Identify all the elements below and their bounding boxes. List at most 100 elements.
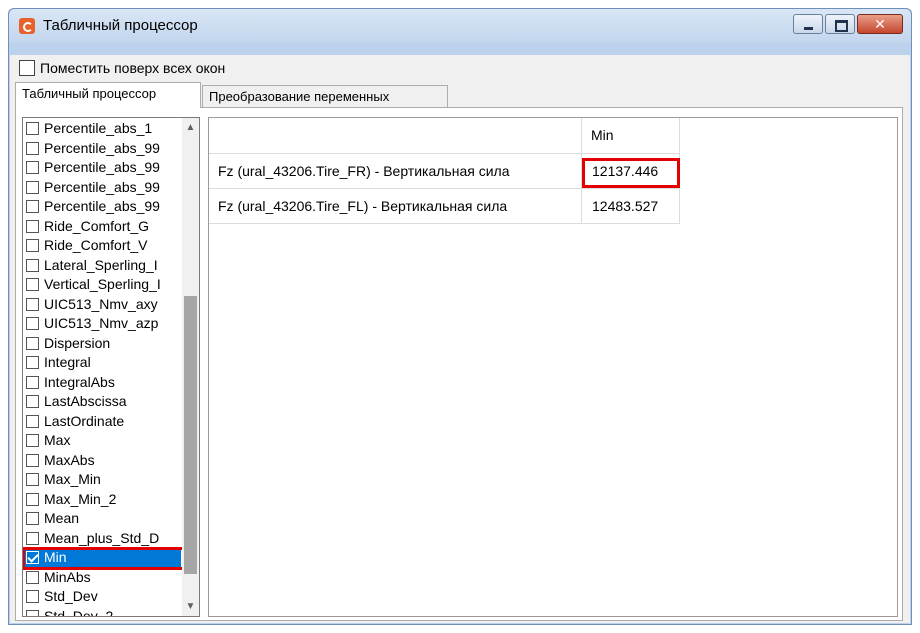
function-list-item[interactable]: Max_Min xyxy=(23,471,181,489)
list-item-checkbox[interactable] xyxy=(26,180,39,194)
function-list-item[interactable]: Std_Dev_2 xyxy=(23,608,181,616)
function-list[interactable]: Percentile_abs_1 Percentile_abs_99 Percent… xyxy=(22,117,200,617)
list-item-checkbox[interactable] xyxy=(26,375,39,389)
function-list-item[interactable]: Min xyxy=(23,549,181,567)
list-item-label: Lateral_Sperling_I xyxy=(44,256,158,273)
list-item-label: Std_Dev xyxy=(44,588,98,604)
function-list-item[interactable]: Mean_plus_Std_D xyxy=(23,530,181,548)
function-list-item[interactable]: Integral xyxy=(23,354,181,372)
function-list-item[interactable]: Vertical_Sperling_I xyxy=(23,276,181,294)
app-logo-icon xyxy=(19,18,35,34)
list-item-checkbox[interactable] xyxy=(26,356,39,369)
scrollbar-thumb[interactable] xyxy=(184,296,197,574)
scroll-down-icon[interactable]: ▼ xyxy=(182,598,199,615)
close-button[interactable]: ✕ xyxy=(857,14,903,34)
function-list-item[interactable]: LastAbscissa xyxy=(23,393,181,411)
list-item-checkbox[interactable] xyxy=(26,297,39,311)
list-item-label: Vertical_Sperling_I xyxy=(44,276,161,292)
close-icon: ✕ xyxy=(874,16,886,32)
function-list-item[interactable]: UIC513_Nmv_axy xyxy=(23,296,181,314)
title-bar[interactable]: Табличный процессор ✕ xyxy=(9,9,911,43)
function-list-item[interactable]: MinAbs xyxy=(23,569,181,587)
function-list-item[interactable]: Max xyxy=(23,432,181,450)
row-header[interactable]: Fz (ural_43206.Tire_FL) - Вертикальная с… xyxy=(209,189,582,224)
function-list-item[interactable]: Percentile_abs_99 xyxy=(23,159,181,177)
results-table: Min Fz (ural_43206.Tire_FR) - Вертикальн… xyxy=(208,117,898,617)
list-item-checkbox[interactable] xyxy=(26,219,39,233)
tab-table-processor[interactable]: Табличный процессор xyxy=(15,82,201,108)
function-list-item[interactable]: Percentile_abs_99 xyxy=(23,140,181,158)
function-list-item[interactable]: Percentile_abs_99 xyxy=(23,198,181,216)
list-item-label: Percentile_abs_99 xyxy=(44,159,160,175)
cell-value: 12137.446 xyxy=(592,163,659,179)
list-item-checkbox[interactable] xyxy=(26,551,39,564)
function-list-item[interactable]: UIC513_Nmv_azp xyxy=(23,315,181,333)
list-item-label: MinAbs xyxy=(44,568,91,585)
list-item-label: UIC513_Nmv_azp xyxy=(44,315,159,331)
function-list-item[interactable]: MaxAbs xyxy=(23,452,181,470)
list-item-checkbox[interactable] xyxy=(26,278,39,291)
list-item-label: Percentile_abs_99 xyxy=(44,178,160,195)
function-list-item[interactable]: Std_Dev xyxy=(23,588,181,606)
list-item-checkbox[interactable] xyxy=(26,258,39,272)
cell-value: 12483.527 xyxy=(592,198,659,214)
function-list-item[interactable]: Mean xyxy=(23,510,181,528)
list-item-checkbox[interactable] xyxy=(26,161,39,174)
table-corner-cell xyxy=(209,118,582,154)
maximize-icon xyxy=(826,15,854,33)
scroll-up-icon[interactable]: ▲ xyxy=(182,119,199,136)
function-list-item[interactable]: Lateral_Sperling_I xyxy=(23,257,181,275)
always-on-top-label[interactable]: Поместить поверх всех окон xyxy=(40,60,225,76)
list-item-checkbox[interactable] xyxy=(26,414,39,428)
list-item-label: Max_Min_2 xyxy=(44,490,117,507)
list-item-checkbox[interactable] xyxy=(26,395,39,408)
function-list-item[interactable]: LastOrdinate xyxy=(23,413,181,431)
window-title: Табличный процессор xyxy=(43,17,198,34)
list-item-label: Ride_Comfort_G xyxy=(44,217,150,234)
always-on-top-option[interactable]: Поместить поверх всех окон xyxy=(19,59,225,79)
list-item-checkbox[interactable] xyxy=(26,434,39,447)
list-item-label: Percentile_abs_1 xyxy=(44,120,153,136)
tab-panel: Percentile_abs_1 Percentile_abs_99 Percent… xyxy=(15,107,903,621)
column-header-min[interactable]: Min xyxy=(582,118,680,154)
row-header[interactable]: Fz (ural_43206.Tire_FR) - Вертикальная с… xyxy=(209,154,582,189)
function-list-scrollbar[interactable]: ▲ ▼ xyxy=(182,118,199,616)
maximize-button[interactable] xyxy=(825,14,855,34)
list-item-label: Percentile_abs_99 xyxy=(44,198,160,214)
list-item-checkbox[interactable] xyxy=(26,609,39,616)
function-list-item[interactable]: Percentile_abs_99 xyxy=(23,179,181,197)
list-item-checkbox[interactable] xyxy=(26,531,39,545)
app-window: Табличный процессор ✕ Поместить поверх в… xyxy=(8,8,912,625)
list-item-checkbox[interactable] xyxy=(26,590,39,603)
row-header-label: Fz (ural_43206.Tire_FL) - Вертикальная с… xyxy=(218,198,508,214)
function-list-item[interactable]: Percentile_abs_1 xyxy=(23,120,181,138)
list-item-checkbox[interactable] xyxy=(26,317,39,330)
list-item-label: Max xyxy=(44,432,71,448)
function-list-item[interactable]: Max_Min_2 xyxy=(23,491,181,509)
list-item-label: Mean_plus_Std_D xyxy=(44,529,160,546)
minimize-button[interactable] xyxy=(793,14,823,34)
function-list-item[interactable]: Ride_Comfort_V xyxy=(23,237,181,255)
list-item-label: LastAbscissa xyxy=(44,393,127,409)
function-list-item[interactable]: IntegralAbs xyxy=(23,374,181,392)
list-item-label: LastOrdinate xyxy=(44,412,125,429)
function-list-item[interactable]: Ride_Comfort_G xyxy=(23,218,181,236)
list-item-label: IntegralAbs xyxy=(44,373,115,390)
list-item-label: MaxAbs xyxy=(44,451,95,468)
list-item-checkbox[interactable] xyxy=(26,453,39,467)
list-item-checkbox[interactable] xyxy=(26,122,39,135)
list-item-checkbox[interactable] xyxy=(26,473,39,486)
list-item-label: Integral xyxy=(44,354,91,370)
table-cell[interactable]: 12137.446 xyxy=(582,154,680,189)
list-item-checkbox[interactable] xyxy=(26,200,39,213)
list-item-checkbox[interactable] xyxy=(26,492,39,506)
table-cell[interactable]: 12483.527 xyxy=(582,189,680,224)
always-on-top-checkbox[interactable] xyxy=(19,59,35,76)
function-list-item[interactable]: Dispersion xyxy=(23,335,181,353)
list-item-checkbox[interactable] xyxy=(26,512,39,525)
list-item-checkbox[interactable] xyxy=(26,141,39,155)
tab-variable-transform[interactable]: Преобразование переменных xyxy=(202,85,448,109)
list-item-checkbox[interactable] xyxy=(26,336,39,350)
list-item-checkbox[interactable] xyxy=(26,239,39,252)
list-item-checkbox[interactable] xyxy=(26,570,39,584)
